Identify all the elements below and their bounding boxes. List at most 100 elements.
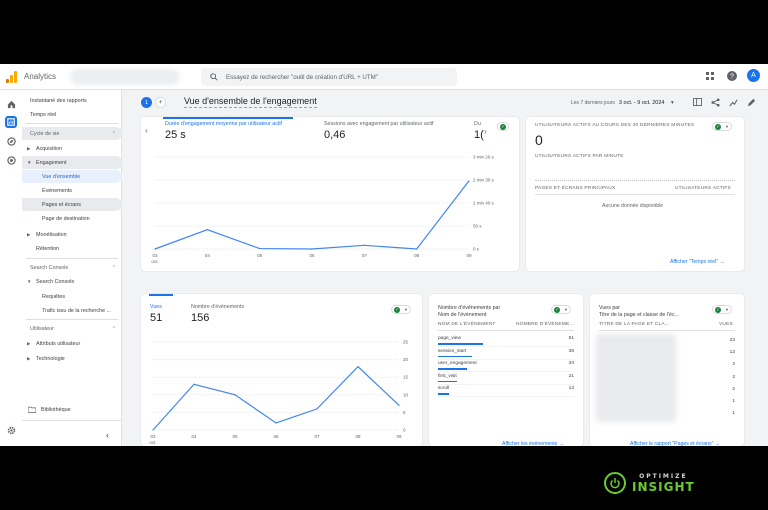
metric-event-count-label[interactable]: Nombre d'événements <box>191 304 244 310</box>
analytics-logo-icon[interactable] <box>6 71 18 83</box>
account-avatar[interactable]: A <box>747 69 760 82</box>
view-realtime-link[interactable]: Afficher "Temps réel" → <box>670 259 725 265</box>
data-quality-indicator[interactable]: ✓ ▼ <box>551 305 571 314</box>
chevron-left-icon[interactable]: ‹ <box>145 126 148 135</box>
nav-monetization[interactable]: ▶ Monétisation <box>22 228 122 241</box>
nav-section-user[interactable]: Utilisateur ⌃ <box>22 322 122 335</box>
help-icon[interactable]: ? <box>725 69 738 82</box>
nav-section-lifecycle[interactable]: Cycle de vie ⌃ <box>22 127 122 140</box>
event-count: 21 <box>568 373 574 379</box>
search-bar[interactable]: Essayez de rechercher "outil de création… <box>201 68 457 86</box>
nav-engagement[interactable]: ▼ Engagement <box>22 156 122 169</box>
caret-down-icon: ▼ <box>27 160 32 165</box>
engagement-line-chart: 3 min 20 s 2 min 30 s 1 min 40 s 50 s 0 s 03 0… <box>151 155 495 265</box>
nav-snapshot[interactable]: Instantané des rapports <box>22 94 122 107</box>
power-icon <box>604 472 626 494</box>
arrow-right-icon: → <box>714 441 721 447</box>
nav-user-attributes[interactable]: ▶ Attributs utilisateur <box>22 337 122 350</box>
add-comparison-button[interactable]: + <box>155 97 166 108</box>
caret-right-icon: ▶ <box>27 355 31 361</box>
nav-queries[interactable]: Requêtes <box>22 290 122 303</box>
watermark-bottom: INSIGHT <box>632 479 695 494</box>
nav-library[interactable]: Bibliothèque <box>22 403 122 416</box>
event-name: page_view <box>438 336 461 341</box>
metric-views-label[interactable]: Vues <box>150 304 162 310</box>
home-icon[interactable] <box>5 98 17 110</box>
nav-search-console[interactable]: ▼ Search Console <box>22 275 122 288</box>
y-tick-label: 0 <box>403 428 406 433</box>
data-point <box>152 429 154 431</box>
chevron-up-icon[interactable]: ⌃ <box>112 131 116 137</box>
x-tick-label: 07 <box>314 434 320 439</box>
x-tick-label: 08 <box>414 253 420 258</box>
realtime-active-users-value: 0 <box>535 132 543 148</box>
row-divider <box>438 346 574 347</box>
admin-gear-icon[interactable] <box>5 424 17 436</box>
x-tick-label: 07 <box>362 253 368 258</box>
data-point <box>193 383 195 385</box>
insights-icon[interactable] <box>728 97 738 107</box>
event-row[interactable]: scroll 13 <box>438 386 574 398</box>
chevron-up-icon[interactable]: ⌃ <box>112 326 116 332</box>
share-icon[interactable] <box>710 97 720 107</box>
x-tick-label: 05 <box>257 253 263 258</box>
page-view-count: 1 <box>732 399 735 404</box>
event-row[interactable]: page_view 51 <box>438 336 574 348</box>
x-tick-label: 05 <box>232 434 238 439</box>
view-realtime-link-text: Afficher "Temps réel" <box>670 259 718 265</box>
nav-library-label: Bibliothèque <box>41 406 71 413</box>
data-point <box>363 244 365 246</box>
nav-events[interactable]: Événements <box>22 184 122 197</box>
event-name: user_engagement <box>438 361 477 366</box>
data-quality-indicator[interactable]: ✓ ▼ <box>391 305 411 314</box>
chevron-right-icon[interactable]: › <box>484 127 487 136</box>
event-row[interactable]: first_visit 21 <box>438 374 574 386</box>
collapse-nav-icon[interactable]: ‹ <box>106 430 109 440</box>
metric-avg-engagement-label[interactable]: Durée d'engagement moyenne par utilisate… <box>165 121 282 127</box>
data-quality-indicator[interactable]: ✓ ▼ <box>712 122 732 131</box>
chevron-up-icon[interactable]: ⌃ <box>112 265 116 271</box>
view-pages-report-link[interactable]: Afficher le rapport "Pages et écrans" → <box>630 441 720 447</box>
edit-pencil-icon[interactable] <box>746 97 756 107</box>
nav-engagement-overview[interactable]: Vue d'ensemble <box>22 170 122 183</box>
metric-event-count-value: 156 <box>191 312 210 324</box>
nav-organic-search-traffic[interactable]: Trafic issu de la recherche ... <box>22 304 122 317</box>
nav-user-attributes-label: Attributs utilisateur <box>36 340 81 347</box>
comparison-badge[interactable]: 1 <box>141 97 152 108</box>
active-metric-indicator <box>149 294 173 296</box>
event-row[interactable]: user_engagement 33 <box>438 361 574 373</box>
arrow-right-icon: → <box>558 441 564 447</box>
view-events-link-visible[interactable]: Afficher les événements → <box>502 441 564 447</box>
event-row[interactable]: session_start 38 <box>438 349 574 361</box>
nav-section-search-console[interactable]: Search Console ⌃ <box>22 261 122 274</box>
nav-technology[interactable]: ▶ Technologie <box>22 352 122 365</box>
nav-retention[interactable]: Rétention <box>22 242 122 255</box>
apps-grid-icon[interactable] <box>703 69 716 82</box>
metric-engaged-sessions-label[interactable]: Sessions avec engagement par utilisateur… <box>324 121 434 127</box>
y-tick-label: 15 <box>403 375 409 380</box>
event-count: 33 <box>568 361 574 366</box>
caret-right-icon: ▶ <box>27 340 31 346</box>
advertising-icon[interactable] <box>5 154 17 166</box>
pages-title-line1: Vues par <box>599 305 621 311</box>
nav-acquisition[interactable]: ▶ Acquisition <box>22 142 122 155</box>
customize-report-icon[interactable] <box>692 97 702 107</box>
account-selector-blurred[interactable] <box>70 69 180 85</box>
nav-landing-page[interactable]: Page de destination <box>22 212 122 225</box>
data-quality-indicator[interactable]: ✓ ▼ <box>712 305 732 314</box>
explore-icon[interactable] <box>5 135 17 147</box>
metric-truncated-label[interactable]: Du <box>474 121 481 127</box>
reports-icon[interactable] <box>5 116 17 128</box>
app-name: Analytics <box>24 72 57 81</box>
date-range-picker[interactable]: Les 7 derniers jours 3 oct. - 9 oct. 2024… <box>571 100 675 106</box>
nav-pages-screens[interactable]: Pages et écrans <box>22 198 122 211</box>
event-count: 13 <box>568 386 574 391</box>
y-tick-label: 1 min 40 s <box>473 201 495 206</box>
event-count-bar <box>438 368 468 370</box>
nav-realtime[interactable]: Temps réel <box>22 108 122 121</box>
row-divider <box>438 371 574 372</box>
check-circle-icon: ✓ <box>715 306 721 313</box>
table-divider <box>438 330 574 331</box>
data-quality-indicator[interactable]: ✓ <box>497 122 509 131</box>
page-view-count: 23 <box>729 338 735 343</box>
